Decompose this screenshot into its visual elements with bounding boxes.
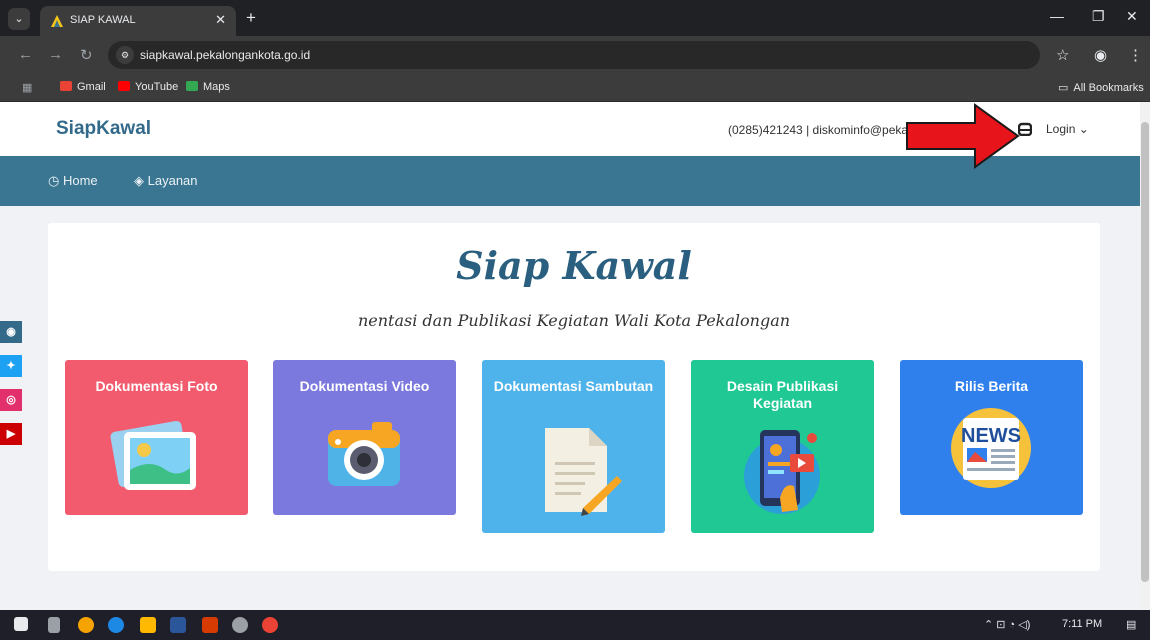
minimize-icon[interactable]: — <box>1050 8 1064 24</box>
hero-subtitle: nentasi dan Publikasi Kegiatan Wali Kota… <box>357 311 791 330</box>
word-icon[interactable] <box>170 617 186 633</box>
url-text[interactable]: siapkawal.pekalongankota.go.id <box>140 48 310 62</box>
card-rilis-berita[interactable]: Rilis Berita NEWS <box>900 360 1083 515</box>
bookmark-maps[interactable]: Maps <box>186 81 230 93</box>
contact-info: (0285)421243 | diskominfo@peka <box>728 123 909 137</box>
maps-icon <box>186 81 198 91</box>
taskbar-app-icon[interactable] <box>78 617 94 633</box>
dashboard-icon: ◷ <box>48 173 60 188</box>
tab-title: SIAP KAWAL <box>70 14 136 26</box>
clock[interactable]: 7:11 PM <box>1062 618 1102 630</box>
web-page: SiapKawal (0285)421243 | diskominfo@peka… <box>0 102 1140 610</box>
task-view-icon[interactable] <box>48 617 60 633</box>
gmail-icon <box>60 81 72 91</box>
chevron-down-icon: ⌄ <box>1078 122 1089 136</box>
card-title: Dokumentasi Foto <box>95 378 218 394</box>
card-title: Dokumentasi Video <box>299 378 430 394</box>
card-dokumentasi-foto[interactable]: Dokumentasi Foto <box>65 360 248 515</box>
bookmark-youtube[interactable]: YouTube <box>118 81 178 93</box>
chrome-icon[interactable] <box>262 617 278 633</box>
reload-icon[interactable]: ↻ <box>80 46 93 64</box>
apps-grid-icon[interactable]: ▦ <box>22 81 32 94</box>
layers-icon: ◈ <box>134 173 144 188</box>
nav-home[interactable]: ◷ Home <box>48 173 98 189</box>
new-tab-button[interactable]: + <box>246 8 256 28</box>
hero-panel: Siap Kawal nentasi dan Publikasi Kegiata… <box>48 223 1100 571</box>
bookmark-gmail[interactable]: Gmail <box>60 81 106 93</box>
globe-icon[interactable]: ◉ <box>0 321 22 343</box>
bookmarks-bar: ▦ Gmail YouTube Maps ▭ All Bookmarks <box>0 74 1150 102</box>
forward-icon[interactable]: → <box>48 46 63 63</box>
menu-kebab-icon[interactable]: ⋮ <box>1128 46 1143 64</box>
back-icon[interactable]: ← <box>18 46 33 63</box>
mobile-publication-icon <box>744 430 820 514</box>
hero-title: Siap Kawal <box>456 243 692 288</box>
page-scrollbar[interactable] <box>1140 102 1150 610</box>
news-icon: NEWS <box>951 408 1031 488</box>
windows-taskbar: ⌃ ⊡ ◔ ◁) 7:11 PM ▤ <box>0 610 1150 640</box>
site-info-icon[interactable]: ⚙ <box>116 46 134 64</box>
document-icon <box>545 428 622 516</box>
red-arrow-annotation <box>906 103 1020 169</box>
close-window-icon[interactable]: ✕ <box>1126 8 1138 25</box>
site-favicon-icon <box>51 15 63 27</box>
twitter-icon[interactable]: ✦ <box>0 355 22 377</box>
tab-close-icon[interactable]: ✕ <box>215 12 226 28</box>
card-title: Rilis Berita <box>954 378 1029 394</box>
nav-layanan[interactable]: ◈ Layanan <box>134 173 198 189</box>
card-title: Desain Publikasi Kegiatan <box>726 378 839 411</box>
scrollbar-thumb[interactable] <box>1141 122 1149 582</box>
file-explorer-icon[interactable] <box>140 617 156 633</box>
user-icon[interactable] <box>1018 122 1032 136</box>
card-title: Dokumentasi Sambutan <box>493 378 654 394</box>
notification-icon[interactable]: ▤ <box>1126 618 1136 631</box>
profile-icon[interactable]: ◉ <box>1094 46 1107 64</box>
youtube-icon[interactable]: ▶ <box>0 423 22 445</box>
address-bar-row: ← → ↻ ⚙ siapkawal.pekalongankota.go.id ☆… <box>0 36 1150 74</box>
edge-icon[interactable] <box>108 617 124 633</box>
browser-tab-bar: ⌄ SIAP KAWAL ✕ + — ❐ ✕ <box>0 0 1150 36</box>
browser-tab[interactable]: SIAP KAWAL ✕ <box>40 6 236 36</box>
restore-icon[interactable]: ❐ <box>1092 8 1105 25</box>
tray-icons[interactable]: ⌃ ⊡ ◔ ◁) <box>984 618 1030 631</box>
card-dokumentasi-sambutan[interactable]: Dokumentasi Sambutan <box>482 360 665 533</box>
site-brand[interactable]: SiapKawal <box>56 118 151 140</box>
camera-icon <box>328 422 400 486</box>
all-bookmarks[interactable]: ▭ All Bookmarks <box>1058 81 1144 94</box>
tab-search-button[interactable]: ⌄ <box>8 8 30 30</box>
folder-icon: ▭ <box>1058 82 1069 94</box>
instagram-icon[interactable]: ◎ <box>0 389 22 411</box>
photo-icon <box>110 420 196 490</box>
card-desain-publikasi-kegiatan[interactable]: Desain Publikasi Kegiatan <box>691 360 874 533</box>
login-dropdown[interactable]: Login ⌄ <box>1046 122 1089 136</box>
bookmark-star-icon[interactable]: ☆ <box>1056 46 1069 64</box>
youtube-icon <box>118 81 130 91</box>
omnibox[interactable]: ⚙ siapkawal.pekalongankota.go.id <box>108 41 1040 69</box>
settings-icon[interactable] <box>232 617 248 633</box>
card-dokumentasi-video[interactable]: Dokumentasi Video <box>273 360 456 515</box>
taskbar-app-icon[interactable] <box>202 617 218 633</box>
news-art-text: NEWS <box>961 425 1021 447</box>
start-icon[interactable] <box>14 617 28 631</box>
